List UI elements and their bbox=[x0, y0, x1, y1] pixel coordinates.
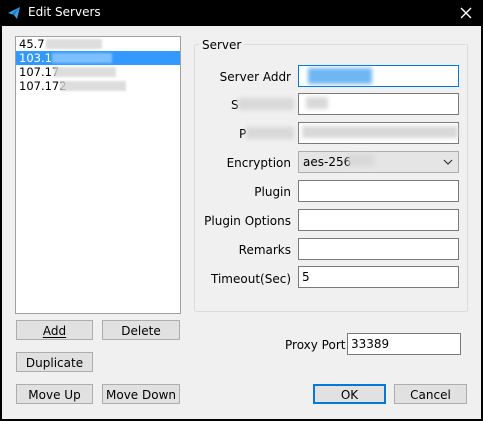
redacted-overlay bbox=[246, 127, 294, 139]
proxy-port-input[interactable]: 33389 bbox=[347, 333, 461, 355]
encryption-select[interactable]: aes-256 bbox=[298, 151, 459, 173]
move-up-button[interactable]: Move Up bbox=[16, 384, 93, 404]
ok-button[interactable]: OK bbox=[313, 384, 386, 404]
encryption-value: aes-256 bbox=[303, 155, 352, 169]
plugin-options-input[interactable] bbox=[298, 209, 459, 231]
redacted-overlay bbox=[348, 154, 374, 166]
remarks-label: Remarks bbox=[238, 243, 291, 257]
redacted-text bbox=[60, 81, 126, 91]
redacted-overlay bbox=[308, 68, 372, 84]
server-list-item[interactable]: 107.172 bbox=[16, 79, 180, 93]
close-button[interactable] bbox=[449, 0, 483, 26]
redacted-text bbox=[46, 39, 102, 49]
chevron-down-icon bbox=[443, 159, 453, 165]
server-list-item[interactable]: 107.17 bbox=[16, 65, 180, 79]
move-down-button-label: Move Down bbox=[106, 388, 176, 402]
move-down-button[interactable]: Move Down bbox=[102, 384, 180, 404]
plugin-label: Plugin bbox=[254, 185, 291, 199]
add-button-label: Add bbox=[42, 324, 67, 338]
duplicate-button[interactable]: Duplicate bbox=[16, 352, 93, 372]
ok-button-label: OK bbox=[340, 388, 359, 402]
timeout-input[interactable]: 5 bbox=[298, 266, 459, 288]
encryption-label: Encryption bbox=[226, 156, 291, 170]
timeout-label: Timeout(Sec) bbox=[211, 272, 291, 286]
redacted-overlay bbox=[306, 97, 328, 109]
server-list-item[interactable]: 45.7 bbox=[16, 37, 180, 51]
close-icon bbox=[460, 7, 472, 19]
add-button[interactable]: Add bbox=[16, 320, 93, 340]
plugin-input[interactable] bbox=[298, 180, 459, 202]
redacted-overlay bbox=[238, 98, 294, 110]
remarks-input[interactable] bbox=[298, 238, 459, 260]
plugin-options-label: Plugin Options bbox=[204, 214, 291, 228]
dialog-client-area: 45.7 103.1 107.17 107.172 Add Delete Dup… bbox=[2, 26, 481, 419]
redacted-text bbox=[52, 53, 112, 63]
title-bar[interactable]: Edit Servers bbox=[0, 0, 483, 26]
cancel-button[interactable]: Cancel bbox=[394, 384, 467, 404]
server-list-item-selected[interactable]: 103.1 bbox=[16, 51, 180, 65]
server-list[interactable]: 45.7 103.1 107.17 107.172 bbox=[15, 36, 181, 314]
server-group-title: Server bbox=[199, 38, 245, 52]
cancel-button-label: Cancel bbox=[410, 388, 451, 402]
edit-servers-window: Edit Servers 45.7 103.1 107.17 107.172 A… bbox=[0, 0, 483, 421]
move-up-button-label: Move Up bbox=[28, 388, 81, 402]
duplicate-button-label: Duplicate bbox=[25, 356, 84, 370]
delete-button-label: Delete bbox=[121, 324, 161, 338]
server-label: 103.1 bbox=[19, 51, 52, 65]
redacted-text bbox=[54, 67, 116, 77]
window-title: Edit Servers bbox=[28, 5, 101, 19]
paper-plane-icon bbox=[8, 7, 20, 19]
proxy-port-label: Proxy Port bbox=[285, 338, 346, 352]
delete-button[interactable]: Delete bbox=[102, 320, 180, 340]
server-addr-label: Server Addr bbox=[219, 70, 291, 84]
server-label: 45.7 bbox=[19, 37, 45, 51]
redacted-overlay bbox=[302, 126, 458, 138]
